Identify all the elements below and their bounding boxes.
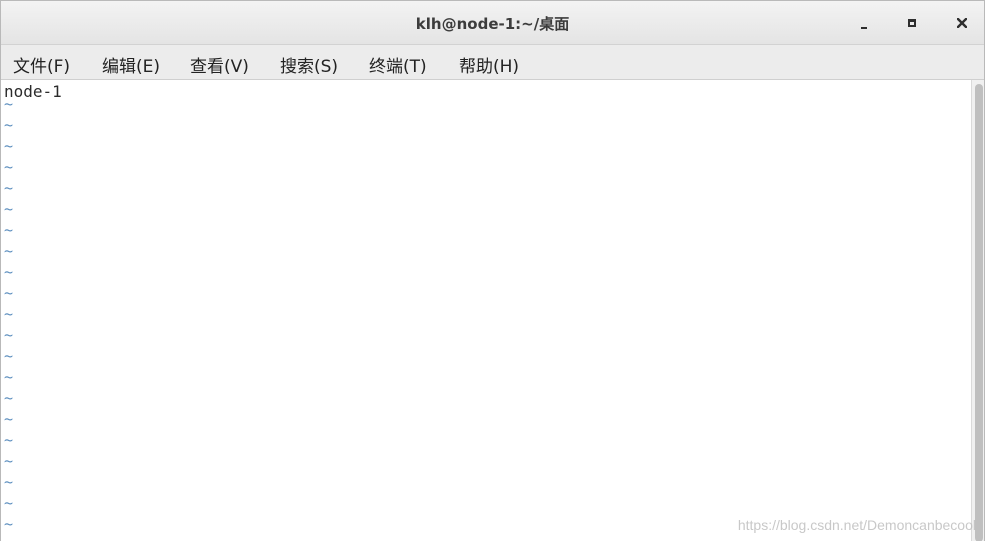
scrollbar-thumb[interactable] — [975, 84, 983, 541]
empty-line-tilde: ~ — [4, 221, 14, 239]
empty-line-tilde: ~ — [4, 242, 14, 260]
empty-line-tilde: ~ — [4, 431, 14, 449]
scrollbar[interactable] — [971, 80, 984, 541]
empty-line-tilde: ~ — [4, 137, 14, 155]
empty-line-tilde: ~ — [4, 515, 14, 533]
menu-view[interactable]: 查看(V) — [190, 52, 249, 77]
menu-bar: 文件(F) 编辑(E) 查看(V) 搜索(S) 终端(T) 帮助(H) — [1, 45, 984, 80]
empty-line-tilde: ~ — [4, 158, 14, 176]
terminal-window: klh@node-1:~/桌面 文件(F) 编辑(E) 查看(V) 搜索(S) … — [0, 0, 985, 541]
menu-terminal[interactable]: 终端(T) — [369, 52, 427, 77]
empty-line-tilde: ~ — [4, 179, 14, 197]
terminal-content[interactable]: node-1 ~ ~ ~ ~ ~ ~ ~ ~ ~ ~ ~ ~ ~ ~ ~ ~ ~ ~ ~ ~ ~ — [1, 80, 971, 541]
watermark: https://blog.csdn.net/Demoncanbecool — [737, 517, 976, 533]
empty-line-tilde: ~ — [4, 368, 14, 386]
menu-search[interactable]: 搜索(S) — [280, 52, 338, 77]
empty-line-tilde: ~ — [4, 200, 14, 218]
empty-line-tilde: ~ — [4, 284, 14, 302]
empty-line-tilde: ~ — [4, 452, 14, 470]
maximize-button[interactable] — [900, 11, 924, 35]
minimize-button[interactable] — [852, 11, 876, 35]
menu-edit[interactable]: 编辑(E) — [102, 52, 160, 77]
menu-help[interactable]: 帮助(H) — [459, 52, 519, 77]
window-title: klh@node-1:~/桌面 — [415, 15, 570, 33]
empty-line-tilde: ~ — [4, 263, 14, 281]
menu-file[interactable]: 文件(F) — [13, 52, 70, 77]
close-icon — [957, 18, 967, 28]
title-bar[interactable]: klh@node-1:~/桌面 — [1, 1, 984, 45]
minimize-icon — [861, 27, 867, 29]
empty-line-tilde: ~ — [4, 305, 14, 323]
empty-line-tilde: ~ — [4, 473, 14, 491]
empty-line-tilde: ~ — [4, 116, 14, 134]
close-button[interactable] — [950, 11, 974, 35]
empty-line-tilde: ~ — [4, 389, 14, 407]
empty-line-tilde: ~ — [4, 410, 14, 428]
empty-line-tilde: ~ — [4, 95, 14, 113]
maximize-icon — [908, 19, 916, 27]
empty-line-tilde: ~ — [4, 326, 14, 344]
empty-line-tilde: ~ — [4, 494, 14, 512]
empty-line-tilde: ~ — [4, 347, 14, 365]
